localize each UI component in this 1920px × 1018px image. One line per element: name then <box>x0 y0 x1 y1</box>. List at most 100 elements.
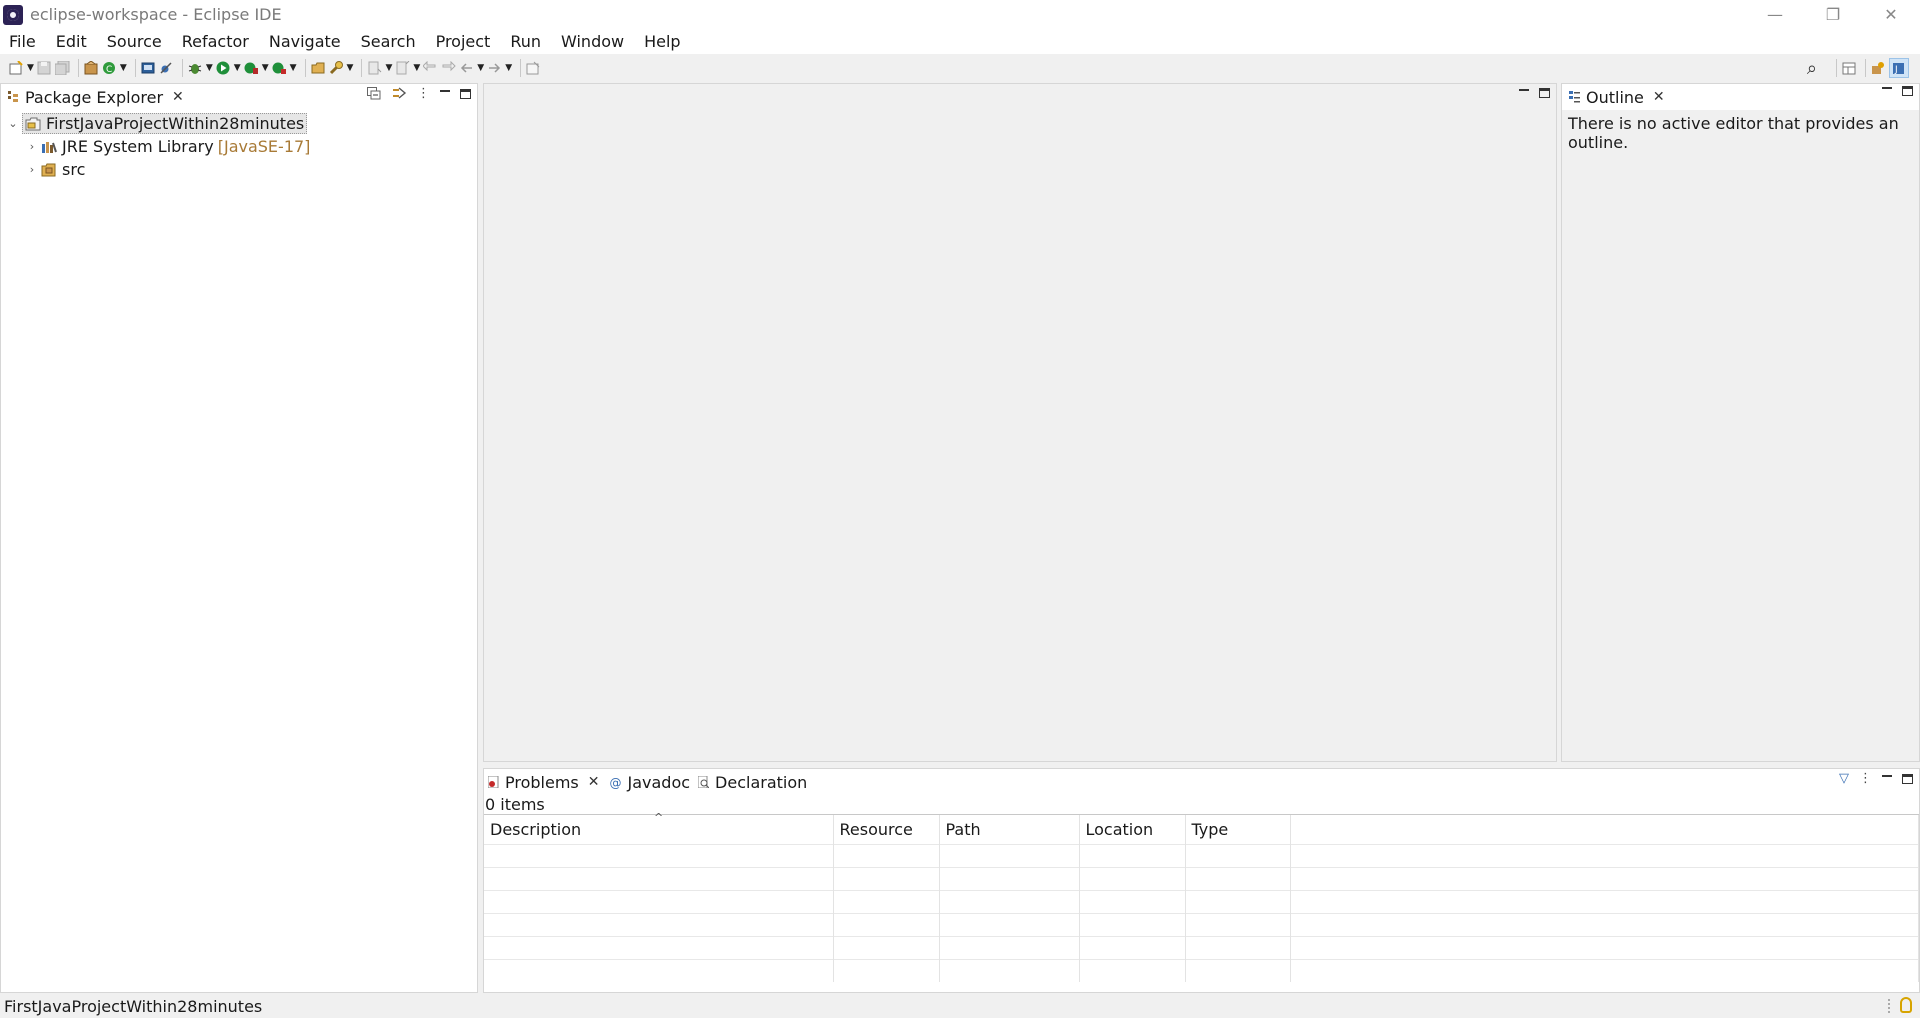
menu-window[interactable]: Window <box>550 32 633 51</box>
java-perspective-icon: J <box>1892 63 1904 75</box>
view-menu-icon[interactable]: ⋮ <box>1859 771 1872 786</box>
dropdown-arrow-icon[interactable]: ▼ <box>413 63 420 73</box>
dropdown-arrow-icon[interactable]: ▼ <box>206 63 213 73</box>
forward-arrow-icon <box>489 63 501 73</box>
table-cell <box>939 935 1080 959</box>
tree-item-project[interactable]: ⌄ FirstJavaProjectWithin28minutes <box>1 112 477 135</box>
problems-icon <box>488 776 499 788</box>
table-cell <box>833 912 940 936</box>
menu-refactor[interactable]: Refactor <box>171 32 258 51</box>
toolbar-separator <box>520 59 522 77</box>
java-ee-perspective-button[interactable] <box>1871 58 1886 78</box>
tab-package-explorer[interactable]: Package Explorer ✕ <box>1 84 190 110</box>
column-header-path[interactable]: Path <box>939 815 1080 844</box>
forward-button[interactable]: ▼ <box>487 58 512 78</box>
pin-editor-button[interactable] <box>526 58 541 78</box>
minimize-view-icon[interactable] <box>1882 774 1892 777</box>
table-cell <box>484 958 834 982</box>
new-button[interactable]: ▼ <box>9 58 34 78</box>
tab-declaration[interactable]: Declaration <box>696 769 813 795</box>
collapse-all-icon[interactable] <box>367 87 381 100</box>
java-perspective-button[interactable]: J <box>1889 58 1909 78</box>
maximize-editor-icon[interactable] <box>1539 88 1550 98</box>
column-header-type[interactable]: Type <box>1185 815 1291 844</box>
tree-item-src[interactable]: › src <box>1 158 477 181</box>
dropdown-arrow-icon[interactable]: ▼ <box>385 63 392 73</box>
minimize-view-icon[interactable] <box>440 89 450 92</box>
column-header-location[interactable]: Location <box>1079 815 1186 844</box>
save-all-button[interactable] <box>54 58 70 78</box>
tab-javadoc[interactable]: @ Javadoc <box>605 769 696 795</box>
editor-area[interactable] <box>483 83 1557 762</box>
dropdown-arrow-icon[interactable]: ▼ <box>290 63 297 73</box>
next-edit-location-button[interactable] <box>441 58 457 78</box>
tree-item-label: src <box>62 160 86 179</box>
lightbulb-icon[interactable] <box>1900 997 1912 1013</box>
dropdown-arrow-icon[interactable]: ▼ <box>27 63 34 73</box>
dropdown-arrow-icon[interactable]: ▼ <box>477 63 484 73</box>
dropdown-arrow-icon[interactable]: ▼ <box>234 63 241 73</box>
next-annotation-button[interactable]: ▼ <box>367 58 392 78</box>
chevron-right-icon[interactable]: › <box>23 163 41 176</box>
close-button[interactable]: ✕ <box>1862 0 1920 29</box>
menu-search[interactable]: Search <box>350 32 425 51</box>
problems-count: 0 items <box>484 795 1919 815</box>
chevron-right-icon[interactable]: › <box>23 140 41 153</box>
maximize-view-icon[interactable] <box>460 88 471 99</box>
open-type-button[interactable] <box>311 58 326 78</box>
coverage-button[interactable]: ▼ <box>244 58 269 78</box>
column-header-resource[interactable]: Resource <box>833 815 940 844</box>
new-java-project-button[interactable] <box>84 58 99 78</box>
new-java-class-button[interactable]: C ▼ <box>102 58 127 78</box>
column-header-description[interactable]: Description ^ <box>484 811 834 844</box>
restore-button[interactable]: ❐ <box>1804 0 1862 29</box>
minimize-button[interactable]: — <box>1746 0 1804 29</box>
chevron-down-icon[interactable]: ⌄ <box>4 117 22 130</box>
menu-run[interactable]: Run <box>499 32 550 51</box>
table-cell <box>833 889 940 913</box>
menu-navigate[interactable]: Navigate <box>258 32 350 51</box>
minimize-editor-icon[interactable] <box>1519 89 1529 91</box>
tab-outline[interactable]: Outline ✕ <box>1562 84 1671 110</box>
maximize-view-icon[interactable] <box>1902 773 1913 784</box>
menu-edit[interactable]: Edit <box>45 32 96 51</box>
dropdown-arrow-icon[interactable]: ▼ <box>262 63 269 73</box>
dropdown-arrow-icon[interactable]: ▼ <box>120 63 127 73</box>
table-cell <box>939 866 1080 890</box>
external-tools-button[interactable]: ▼ <box>272 58 297 78</box>
menu-project[interactable]: Project <box>425 32 500 51</box>
tab-problems[interactable]: Problems ✕ <box>484 769 605 795</box>
java-ee-perspective-icon <box>1872 62 1884 74</box>
link-with-editor-icon[interactable] <box>391 87 407 100</box>
close-icon[interactable]: ✕ <box>1653 89 1665 105</box>
global-search-button[interactable]: ⌕ <box>1806 57 1817 79</box>
previous-annotation-button[interactable]: ▼ <box>395 58 420 78</box>
menu-help[interactable]: Help <box>633 32 689 51</box>
problems-header: Problems ✕ @ Javadoc Declaration ▽ ⋮ <box>484 769 1919 795</box>
new-class-icon: C <box>102 62 115 75</box>
skip-breakpoints-button[interactable] <box>159 58 174 78</box>
search-tool-button[interactable]: ▼ <box>329 58 354 78</box>
selected-project-row[interactable]: FirstJavaProjectWithin28minutes <box>22 113 308 134</box>
search-icon: ⌕ <box>1806 57 1817 79</box>
debug-button[interactable]: ▼ <box>188 58 213 78</box>
dropdown-arrow-icon[interactable]: ▼ <box>505 63 512 73</box>
minimize-view-icon[interactable] <box>1882 87 1892 89</box>
column-label: Type <box>1191 819 1229 839</box>
view-menu-icon[interactable]: ⋮ <box>417 86 430 101</box>
save-button[interactable] <box>37 58 52 78</box>
filter-icon[interactable]: ▽ <box>1839 771 1849 786</box>
save-icon <box>37 61 51 75</box>
close-icon[interactable]: ✕ <box>588 774 600 790</box>
dropdown-arrow-icon[interactable]: ▼ <box>347 63 354 73</box>
menu-source[interactable]: Source <box>96 32 171 51</box>
run-button[interactable]: ▼ <box>216 58 241 78</box>
open-console-button[interactable] <box>141 58 156 78</box>
menu-file[interactable]: File <box>9 32 45 51</box>
close-icon[interactable]: ✕ <box>172 89 184 105</box>
maximize-view-icon[interactable] <box>1902 86 1913 96</box>
tree-item-jre-library[interactable]: › JRE System Library [JavaSE-17] <box>1 135 477 158</box>
open-perspective-button[interactable] <box>1842 58 1857 78</box>
last-edit-location-button[interactable] <box>423 58 438 78</box>
back-button[interactable]: ▼ <box>459 58 484 78</box>
